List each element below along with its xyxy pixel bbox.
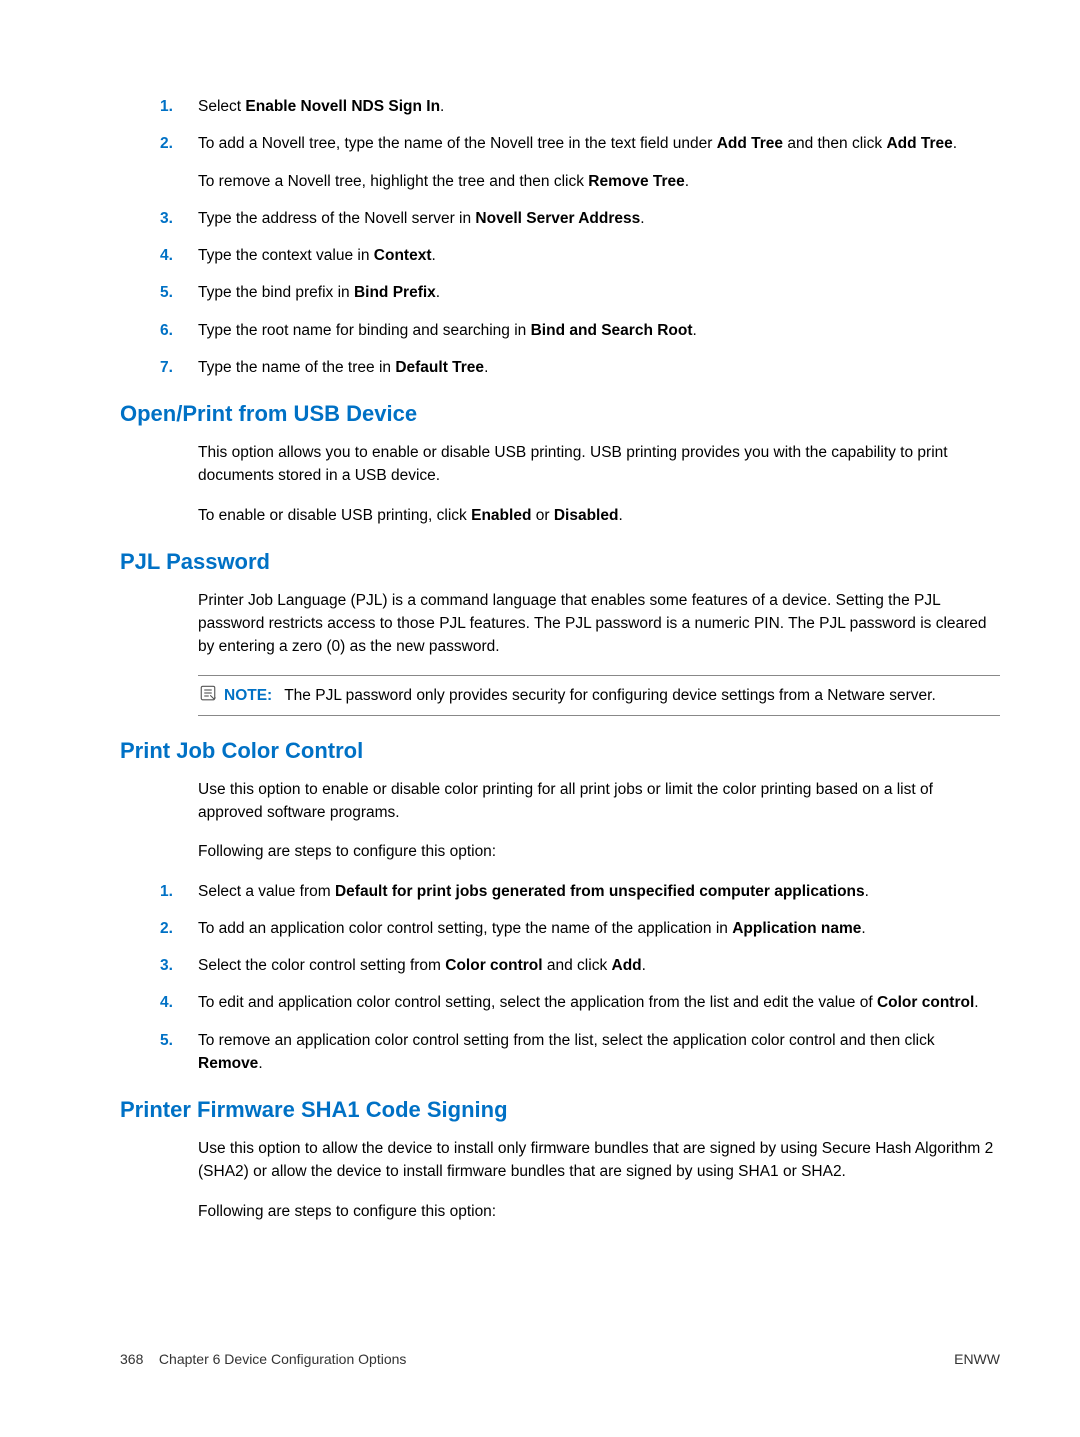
note-icon (198, 684, 218, 702)
paragraph: Use this option to enable or disable col… (120, 778, 1000, 825)
list-item: 4.Type the context value in Context. (198, 244, 1000, 267)
note-callout: NOTE: The PJL password only provides sec… (198, 675, 1000, 716)
footer-right: ENWW (954, 1351, 1000, 1367)
document-page: 1.Select Enable Novell NDS Sign In.2.To … (0, 0, 1080, 1279)
note-label: NOTE: (224, 684, 272, 707)
footer-left: 368 Chapter 6 Device Configuration Optio… (120, 1351, 406, 1367)
list-text: To add a Novell tree, type the name of t… (198, 135, 957, 152)
paragraph: Following are steps to configure this op… (120, 840, 1000, 863)
list-item: 6.Type the root name for binding and sea… (198, 319, 1000, 342)
novell-steps-list: 1.Select Enable Novell NDS Sign In.2.To … (148, 95, 1000, 379)
list-text: Select Enable Novell NDS Sign In. (198, 98, 444, 115)
list-item: 2.To add an application color control se… (198, 917, 1000, 940)
list-number: 1. (160, 880, 173, 903)
list-item: 1.Select Enable Novell NDS Sign In. (198, 95, 1000, 118)
list-item: 5.To remove an application color control… (198, 1029, 1000, 1076)
list-number: 3. (160, 207, 173, 230)
list-item: 5.Type the bind prefix in Bind Prefix. (198, 281, 1000, 304)
list-item: 4.To edit and application color control … (198, 991, 1000, 1014)
heading-usb: Open/Print from USB Device (120, 401, 1000, 427)
list-text: Type the root name for binding and searc… (198, 322, 697, 339)
paragraph: Use this option to allow the device to i… (120, 1137, 1000, 1184)
list-text: To remove an application color control s… (198, 1032, 935, 1072)
paragraph: Printer Job Language (PJL) is a command … (120, 589, 1000, 659)
list-number: 4. (160, 244, 173, 267)
page-footer: 368 Chapter 6 Device Configuration Optio… (120, 1351, 1000, 1367)
list-number: 5. (160, 281, 173, 304)
chapter-label: Chapter 6 Device Configuration Options (159, 1351, 406, 1367)
list-number: 7. (160, 356, 173, 379)
list-number: 6. (160, 319, 173, 342)
list-number: 4. (160, 991, 173, 1014)
list-text: Type the bind prefix in Bind Prefix. (198, 284, 440, 301)
note-text: The PJL password only provides security … (284, 684, 936, 707)
list-item: 1.Select a value from Default for print … (198, 880, 1000, 903)
list-text: Type the context value in Context. (198, 247, 436, 264)
list-subtext: To remove a Novell tree, highlight the t… (198, 170, 1000, 193)
heading-sha1: Printer Firmware SHA1 Code Signing (120, 1097, 1000, 1123)
paragraph: This option allows you to enable or disa… (120, 441, 1000, 488)
list-text: To edit and application color control se… (198, 994, 979, 1011)
paragraph: Following are steps to configure this op… (120, 1200, 1000, 1223)
list-text: Select the color control setting from Co… (198, 957, 646, 974)
list-text: Type the address of the Novell server in… (198, 210, 645, 227)
list-number: 3. (160, 954, 173, 977)
list-text: Type the name of the tree in Default Tre… (198, 359, 488, 376)
list-number: 5. (160, 1029, 173, 1052)
list-number: 2. (160, 132, 173, 155)
list-item: 3.Select the color control setting from … (198, 954, 1000, 977)
color-steps-list: 1. Select a value from Default for print … (148, 880, 1000, 1076)
list-number: 1. (160, 95, 173, 118)
heading-color-control: Print Job Color Control (120, 738, 1000, 764)
paragraph: To enable or disable USB printing, click… (120, 504, 1000, 527)
list-item: 7.Type the name of the tree in Default T… (198, 356, 1000, 379)
heading-pjl: PJL Password (120, 549, 1000, 575)
list-item: 2.To add a Novell tree, type the name of… (198, 132, 1000, 193)
list-text: To add an application color control sett… (198, 920, 866, 937)
page-number: 368 (120, 1351, 143, 1367)
list-item: 3.Type the address of the Novell server … (198, 207, 1000, 230)
list-number: 2. (160, 917, 173, 940)
list-text: Select a value from Default for print jo… (198, 883, 869, 900)
